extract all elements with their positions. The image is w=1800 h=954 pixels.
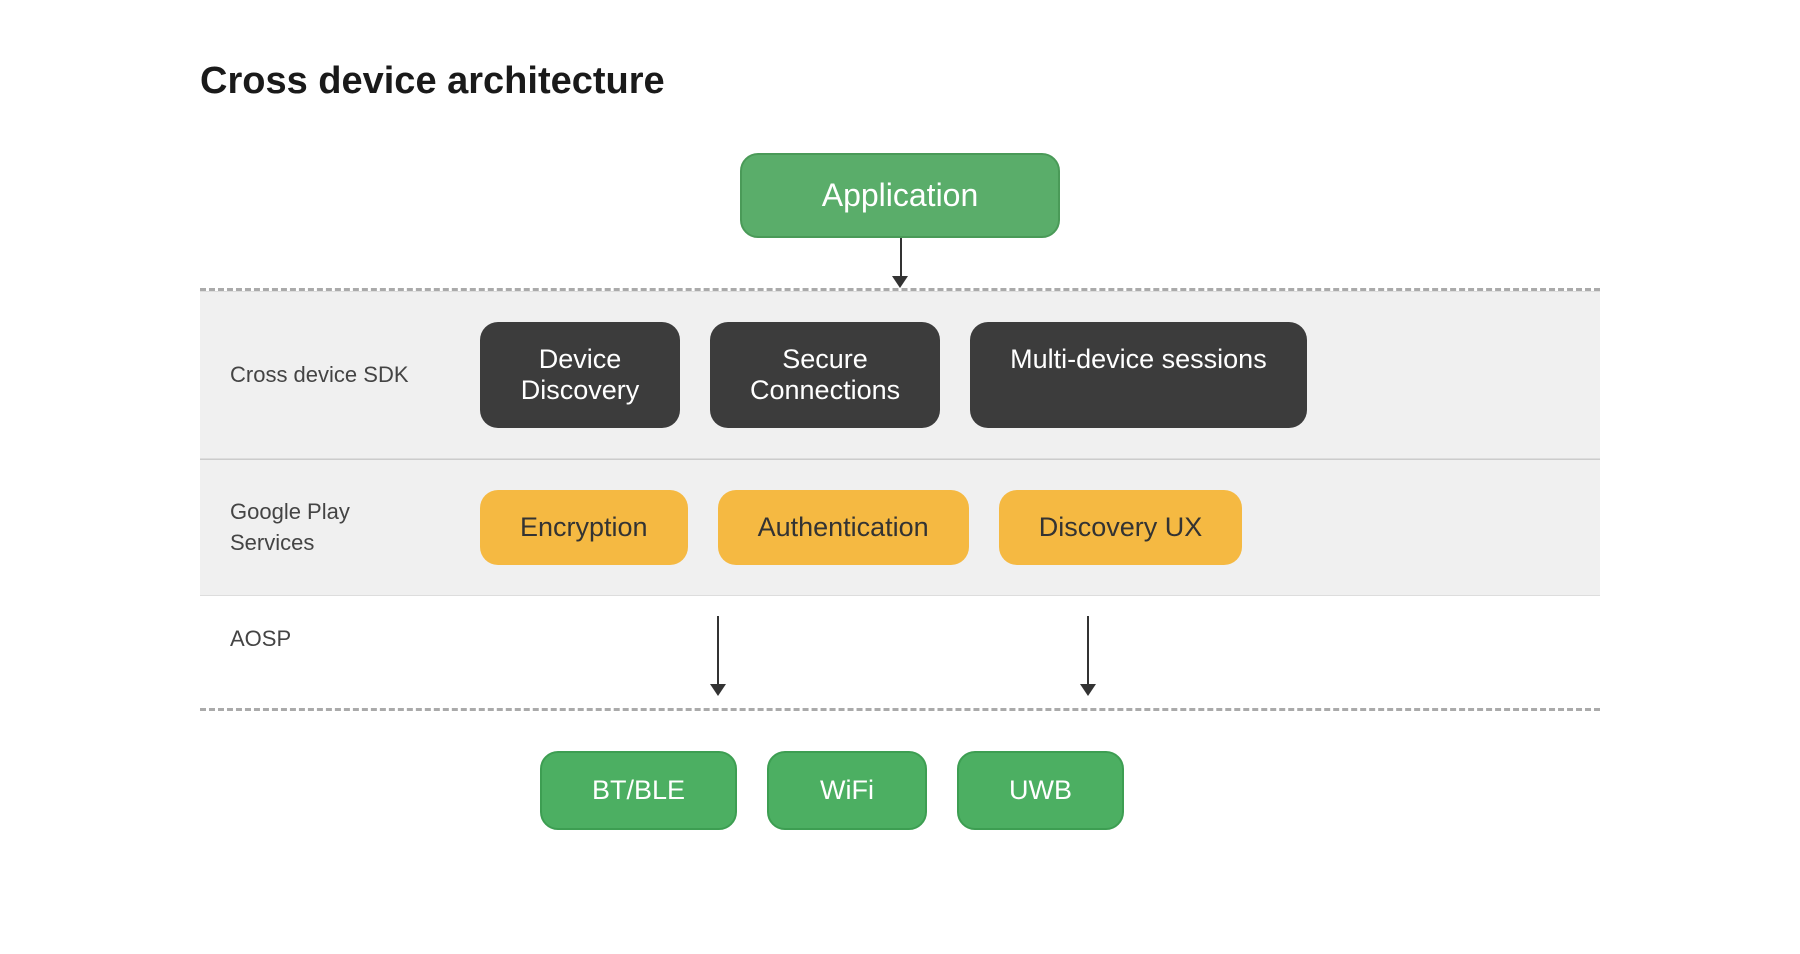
- gps-band-row: Google PlayServices Encryption Authentic…: [200, 490, 1600, 565]
- diagram-wrapper: Cross device architecture Application Cr…: [200, 60, 1600, 850]
- bt-ble-box: BT/BLE: [540, 751, 737, 830]
- encryption-box: Encryption: [480, 490, 688, 565]
- discovery-ux-box: Discovery UX: [999, 490, 1243, 565]
- application-box: Application: [740, 153, 1061, 238]
- top-section: Application: [200, 153, 1600, 238]
- aosp-arrows: [480, 616, 1260, 696]
- page-title: Cross device architecture: [200, 60, 1600, 103]
- aosp-label: AOSP: [220, 616, 420, 696]
- diagram-container: Application Cross device SDK DeviceDisco…: [200, 153, 1600, 850]
- multi-device-sessions-box: Multi-device sessions: [970, 322, 1307, 428]
- authentication-box: Authentication: [718, 490, 969, 565]
- sdk-band-row: Cross device SDK DeviceDiscovery SecureC…: [200, 322, 1600, 428]
- sdk-items: DeviceDiscovery SecureConnections Multi-…: [480, 322, 1307, 428]
- gps-items: Encryption Authentication Discovery UX: [480, 490, 1242, 565]
- device-discovery-box: DeviceDiscovery: [480, 322, 680, 428]
- aosp-right-arrow: [1080, 616, 1096, 696]
- sdk-label: Cross device SDK: [220, 360, 420, 391]
- uwb-box: UWB: [957, 751, 1124, 830]
- gps-label: Google PlayServices: [220, 497, 420, 559]
- app-to-sdk-arrow: [200, 238, 1600, 288]
- gps-band: Google PlayServices Encryption Authentic…: [200, 459, 1600, 596]
- sdk-band: Cross device SDK DeviceDiscovery SecureC…: [200, 291, 1600, 459]
- bottom-items: BT/BLE WiFi UWB: [540, 721, 1124, 830]
- secure-connections-box: SecureConnections: [710, 322, 940, 428]
- aosp-left-arrow: [710, 616, 726, 696]
- wifi-box: WiFi: [767, 751, 927, 830]
- bottom-boxes-row: BT/BLE WiFi UWB: [200, 711, 1600, 850]
- aosp-section: AOSP: [200, 596, 1600, 696]
